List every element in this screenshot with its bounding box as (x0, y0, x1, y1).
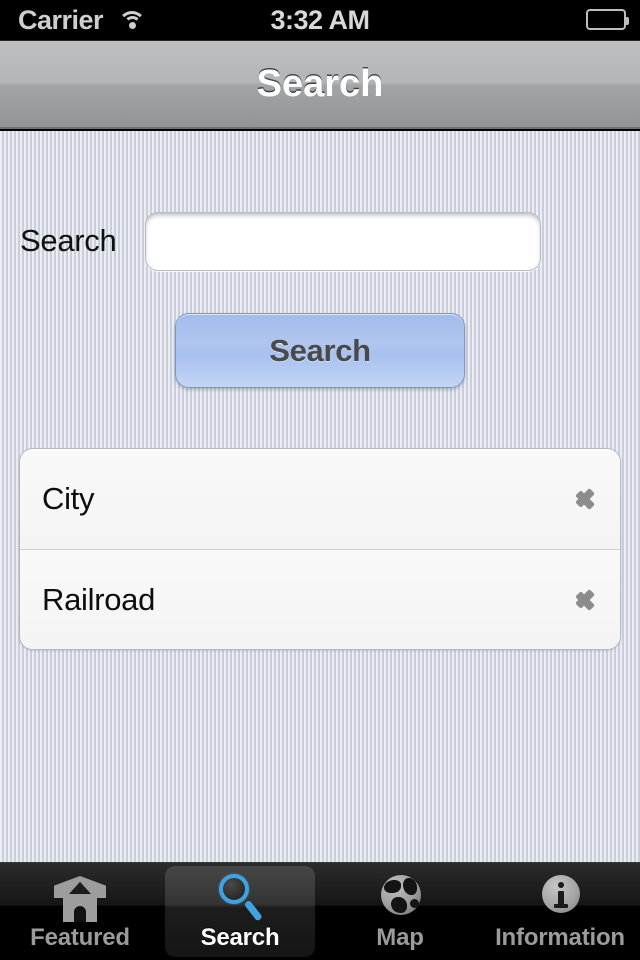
search-input[interactable] (145, 211, 541, 271)
list-item-railroad[interactable]: Railroad (20, 549, 620, 649)
app-screen: Carrier 3:32 AM Search Search Search Cit… (0, 0, 640, 960)
list-item-city[interactable]: City (20, 449, 620, 549)
search-field-label: Search (20, 223, 117, 258)
page-title: Search (256, 62, 384, 105)
tab-map[interactable]: Map (320, 863, 480, 960)
tab-featured[interactable]: Featured (0, 863, 160, 960)
battery-icon (586, 9, 629, 30)
status-bar-clock: 3:32 AM (270, 4, 370, 35)
navigation-bar: Search (0, 40, 640, 129)
tab-label: Information (495, 924, 625, 951)
tab-label: Map (376, 924, 424, 951)
tab-label: Search (200, 924, 280, 951)
house-icon (52, 872, 108, 924)
status-bar: Carrier 3:32 AM (0, 0, 640, 40)
list-item-label: Railroad (42, 581, 156, 617)
chevron-right-icon (576, 482, 598, 516)
tab-label: Featured (30, 924, 130, 951)
content-area: Search Search City Railroad (0, 131, 640, 862)
list-item-label: City (42, 481, 95, 516)
globe-icon (372, 872, 428, 924)
grouped-table: City Railroad (19, 448, 621, 650)
tab-bar: Featured Search Map Information (0, 862, 640, 960)
search-field-row: Search (0, 209, 640, 273)
magnifier-icon (212, 872, 268, 924)
search-button[interactable]: Search (175, 313, 465, 388)
tab-information[interactable]: Information (480, 863, 640, 960)
status-bar-right (586, 9, 629, 30)
search-button-container: Search (0, 313, 640, 388)
tab-search[interactable]: Search (160, 863, 320, 960)
info-icon (532, 872, 588, 924)
chevron-right-icon (576, 583, 598, 617)
